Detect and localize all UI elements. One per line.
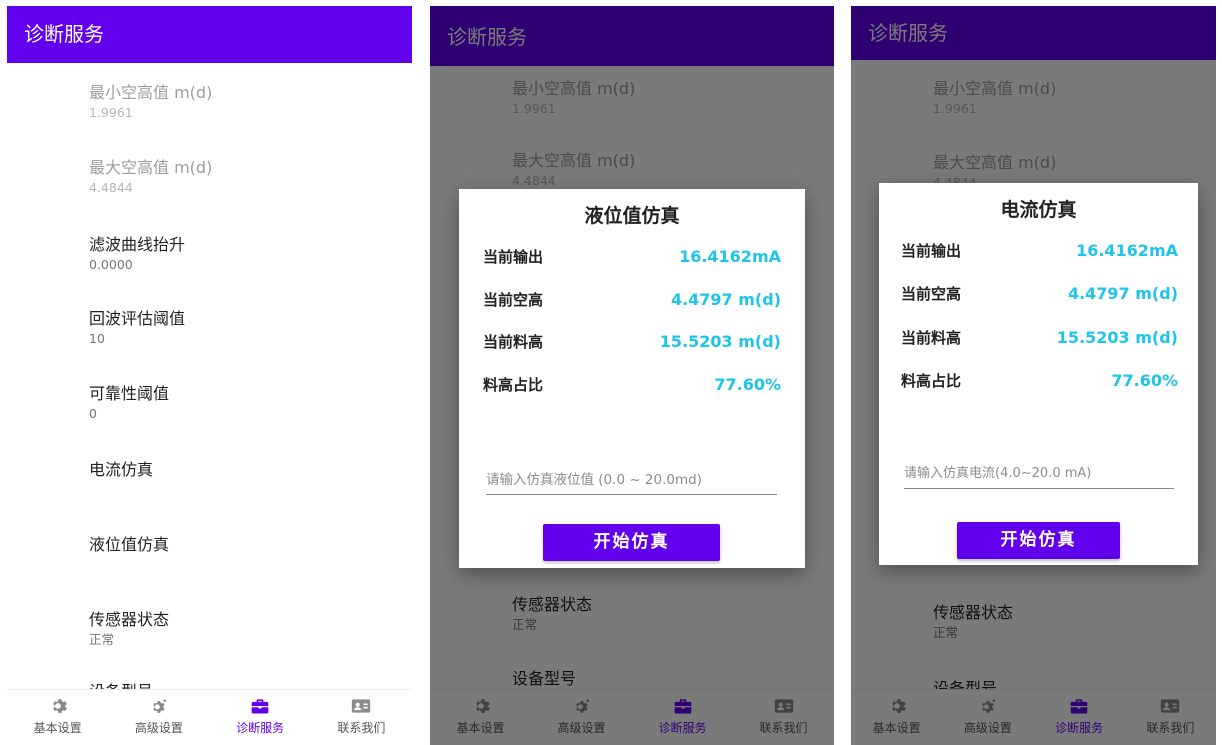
nav-label: 基本设置 [33,721,82,735]
current-material-height-row: 当前料高 15.5203 m(d) [483,329,781,353]
row-value: 15.5203 m(d) [1056,327,1178,347]
screen-diagnostic-list: 诊断服务 最小空高值 m(d) 1.9961 最大空高值 m(d) 4.4844… [7,6,412,745]
current-empty-height-row: 当前空高 4.4797 m(d) [901,281,1178,305]
material-height-ratio-row: 料高占比 77.60% [901,368,1178,392]
row-label: 料高占比 [483,375,544,394]
level-simulation-input[interactable]: 请输入仿真液位值 (0.0 ~ 20.0md) [486,469,777,495]
current-output-row: 当前输出 16.4162mA [901,238,1178,262]
current-simulation-input[interactable]: 请输入仿真电流(4.0~20.0 mA) [904,463,1174,489]
dialog-title: 电流仿真 [1000,199,1077,221]
bottom-navigation: 基本设置 高级设置 诊断服务 联系我们 [7,689,412,745]
nav-diagnostic-service[interactable]: 诊断服务 [210,690,311,745]
item-value: 4.4844 [89,180,133,195]
item-value: 0.0000 [89,257,133,272]
item-value: 0 [89,406,97,421]
row-label: 当前输出 [901,241,962,260]
row-value: 4.4797 m(d) [670,289,781,309]
list-item-min-empty-height[interactable]: 最小空高值 m(d) 1.9961 [89,82,402,122]
row-value: 16.4162mA [679,246,781,266]
current-output-row: 当前输出 16.4162mA [483,244,781,268]
row-label: 当前料高 [901,328,962,347]
row-label: 料高占比 [901,371,962,390]
screen-level-simulation: 诊断服务 最小空高值 m(d) 1.9961 最大空高值 m(d) 4.4844… [430,6,834,745]
current-simulation-dialog: 电流仿真 当前输出 16.4162mA 当前空高 4.4797 m(d) 当前料… [879,183,1198,565]
nav-label: 诊断服务 [236,721,285,735]
row-value: 77.60% [714,374,781,394]
contact-card-icon [352,699,371,713]
nav-label: 联系我们 [337,721,386,735]
list-item-current-simulation[interactable]: 电流仿真 [89,459,402,481]
row-label: 当前输出 [483,247,544,266]
settings-list[interactable]: 最小空高值 m(d) 1.9961 最大空高值 m(d) 4.4844 滤波曲线… [7,63,412,689]
list-item-max-empty-height[interactable]: 最大空高值 m(d) 4.4844 [89,157,402,197]
advanced-gear-icon [153,698,167,713]
level-simulation-dialog: 液位值仿真 当前输出 16.4162mA 当前空高 4.4797 m(d) 当前… [459,189,805,568]
nav-contact-us[interactable]: 联系我们 [311,690,412,745]
item-title: 滤波曲线抬升 [89,235,186,254]
item-title: 传感器状态 [89,610,170,629]
item-title: 液位值仿真 [89,535,170,554]
dialog-title: 液位值仿真 [584,205,680,227]
row-value: 4.4797 m(d) [1067,283,1178,303]
item-value: 正常 [89,632,115,647]
list-item-reliability-threshold[interactable]: 可靠性阈值 0 [89,383,402,423]
nav-label: 高级设置 [134,721,183,735]
start-simulation-button[interactable]: 开始仿真 [957,522,1120,559]
toolbox-icon [251,699,269,714]
item-title: 电流仿真 [89,460,154,479]
row-label: 当前空高 [901,284,962,303]
list-item-device-model[interactable]: 设备型号 [89,681,402,689]
row-value: 15.5203 m(d) [659,331,781,351]
current-material-height-row: 当前料高 15.5203 m(d) [901,325,1178,349]
item-title: 最小空高值 m(d) [89,83,213,102]
row-value: 16.4162mA [1076,240,1178,260]
row-value: 77.60% [1111,370,1178,390]
list-item-echo-threshold[interactable]: 回波评估阈值 10 [89,308,402,348]
list-item-sensor-status[interactable]: 传感器状态 正常 [89,609,402,649]
current-empty-height-row: 当前空高 4.4797 m(d) [483,287,781,311]
start-simulation-button[interactable]: 开始仿真 [543,524,720,561]
row-label: 当前空高 [483,290,544,309]
row-label: 当前料高 [483,332,544,351]
item-title: 最大空高值 m(d) [89,158,213,177]
material-height-ratio-row: 料高占比 77.60% [483,372,781,396]
list-item-filter-curve-raise[interactable]: 滤波曲线抬升 0.0000 [89,234,402,274]
item-title: 设备型号 [89,681,402,689]
item-title: 可靠性阈值 [89,384,170,403]
nav-basic-settings[interactable]: 基本设置 [7,690,108,745]
item-value: 10 [89,331,105,346]
nav-advanced-settings[interactable]: 高级设置 [108,690,209,745]
list-item-level-simulation[interactable]: 液位值仿真 [89,534,402,556]
page-title: 诊断服务 [24,22,104,46]
gear-icon [52,699,67,714]
app-bar: 诊断服务 [7,6,412,63]
item-title: 回波评估阈值 [89,309,186,328]
screen-current-simulation: 诊断服务 最小空高值 m(d) 1.9961 最大空高值 m(d) 4.4844… [851,6,1216,745]
item-value: 1.9961 [89,105,133,120]
